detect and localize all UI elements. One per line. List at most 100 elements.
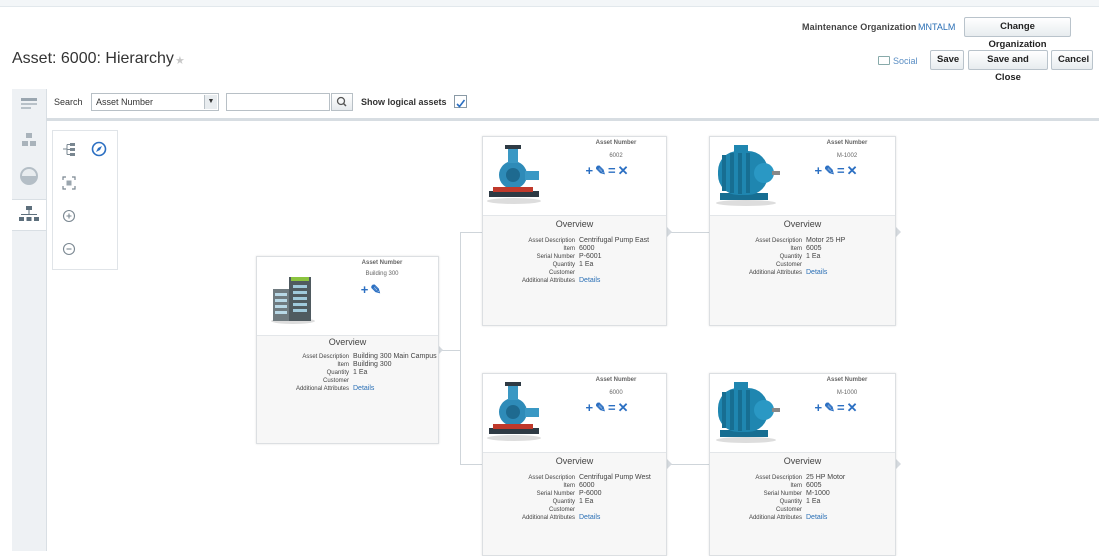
social-link[interactable]: Social xyxy=(878,56,918,66)
close-icon[interactable]: ✕ xyxy=(618,400,631,415)
motor-icon xyxy=(716,382,780,443)
save-button[interactable]: Save xyxy=(930,50,964,70)
expand-arrow-icon[interactable] xyxy=(667,459,672,469)
search-button[interactable] xyxy=(331,93,353,111)
equals-icon[interactable]: = xyxy=(837,400,847,415)
add-icon[interactable]: + xyxy=(586,400,596,415)
chevron-down-icon[interactable]: ▼ xyxy=(204,95,217,109)
pump-icon xyxy=(487,145,541,204)
add-icon[interactable]: + xyxy=(586,163,596,178)
fit-to-screen-button[interactable] xyxy=(59,174,79,194)
details-link[interactable]: Details xyxy=(579,277,600,285)
asset-node-6000[interactable]: Asset Number 6000 +✎=✕ Overview Asset De… xyxy=(482,373,667,556)
asset-node-building-300[interactable]: Asset Number Building 300 +✎ Overview As… xyxy=(256,256,439,444)
equals-icon[interactable]: = xyxy=(608,400,618,415)
expand-arrow-icon[interactable] xyxy=(896,227,901,237)
hierarchy-icon xyxy=(19,206,39,221)
asset-number-label: Asset Number xyxy=(595,140,637,146)
node-header: Asset Number M-1000 +✎=✕ xyxy=(710,374,895,453)
node-actions: +✎=✕ xyxy=(792,400,882,416)
search-field-select[interactable]: Asset Number ▼ xyxy=(91,93,219,111)
asset-node-m-1000[interactable]: Asset Number M-1000 +✎=✕ Overview Asset … xyxy=(709,373,896,556)
node-header: Asset Number Building 300 +✎ xyxy=(257,257,438,336)
asset-description-value: Centrifugal Pump East xyxy=(579,237,650,244)
asset-number-value: 6000 xyxy=(609,390,623,396)
details-link[interactable]: Details xyxy=(806,514,827,522)
equals-icon[interactable]: = xyxy=(837,163,847,178)
add-icon[interactable]: + xyxy=(815,400,825,415)
page-title: Asset: 6000: Hierarchy xyxy=(12,50,174,67)
node-actions: +✎=✕ xyxy=(792,163,882,179)
add-icon[interactable]: + xyxy=(815,163,825,178)
overview-title: Overview xyxy=(555,219,594,229)
structure-icon xyxy=(22,133,36,146)
quantity-value: 1 Ea xyxy=(579,498,594,505)
zoom-out-icon xyxy=(62,242,76,256)
top-banner xyxy=(0,0,1099,7)
rail-dashboard-view[interactable] xyxy=(17,165,41,187)
expand-arrow-icon[interactable] xyxy=(896,459,901,469)
search-input[interactable] xyxy=(226,93,330,111)
connector-line xyxy=(460,232,482,233)
rail-hierarchy-view[interactable] xyxy=(12,199,46,231)
save-and-close-button[interactable]: Save and Close xyxy=(968,50,1048,83)
quantity-value: 1 Ea xyxy=(806,253,821,260)
cancel-button[interactable]: Cancel xyxy=(1051,50,1093,70)
item-value: Building 300 xyxy=(353,361,392,368)
layout-button[interactable] xyxy=(59,140,79,160)
building-icon xyxy=(271,277,315,324)
close-icon[interactable]: ✕ xyxy=(847,400,860,415)
asset-description-value: Building 300 Main Campus xyxy=(353,353,437,360)
maintenance-org-value[interactable]: MNTALM xyxy=(918,22,955,32)
node-actions: +✎=✕ xyxy=(563,400,653,416)
motor-icon xyxy=(716,145,780,206)
asset-description-value: 25 HP Motor xyxy=(806,474,846,481)
equals-icon[interactable]: = xyxy=(608,163,618,178)
details-link[interactable]: Details xyxy=(806,269,827,277)
item-value: 6000 xyxy=(579,245,595,252)
add-icon[interactable]: + xyxy=(361,282,371,297)
overview-title: Overview xyxy=(783,219,822,229)
details-link[interactable]: Details xyxy=(579,514,600,522)
connector-line xyxy=(667,464,709,465)
asset-node-m-1002[interactable]: Asset Number M-1002 +✎=✕ Overview Asset … xyxy=(709,136,896,326)
asset-number-label: Asset Number xyxy=(361,260,403,266)
compass-button[interactable] xyxy=(89,139,109,159)
overview-title: Overview xyxy=(555,456,594,466)
node-details: Asset Description Centrifugal Pump West I… xyxy=(521,474,651,522)
expand-arrow-icon[interactable] xyxy=(667,227,672,237)
toolbar-separator xyxy=(46,118,1099,121)
maintenance-org-label: Maintenance Organization xyxy=(802,22,917,32)
edit-icon[interactable]: ✎ xyxy=(370,282,383,297)
edit-icon[interactable]: ✎ xyxy=(595,400,608,415)
rail-structure-view[interactable] xyxy=(17,131,41,153)
quantity-value: 1 Ea xyxy=(806,498,821,505)
overview-title: Overview xyxy=(328,337,367,347)
list-view-icon xyxy=(21,98,37,109)
social-icon xyxy=(878,56,890,65)
asset-description-value: Centrifugal Pump West xyxy=(579,474,651,481)
node-details: Asset Description Centrifugal Pump East I… xyxy=(521,237,650,285)
asset-number-value: M-1002 xyxy=(836,153,858,159)
show-logical-assets-checkbox[interactable] xyxy=(454,95,467,108)
rail-list-view[interactable] xyxy=(17,95,41,117)
compass-icon xyxy=(91,141,107,157)
favorite-star-icon[interactable]: ★ xyxy=(175,54,185,67)
node-actions: +✎=✕ xyxy=(563,163,653,179)
change-organization-button[interactable]: Change Organization xyxy=(964,17,1071,50)
close-icon[interactable]: ✕ xyxy=(847,163,860,178)
serial-number-value: P-6001 xyxy=(579,253,602,260)
asset-node-6002[interactable]: Asset Number 6002 +✎=✕ Overview Asset De… xyxy=(482,136,667,326)
asset-number-value: 6002 xyxy=(609,153,623,159)
asset-description-value: Motor 25 HP xyxy=(806,237,846,244)
details-link[interactable]: Details xyxy=(353,385,374,393)
node-header: Asset Number 6002 +✎=✕ xyxy=(483,137,666,216)
edit-icon[interactable]: ✎ xyxy=(824,163,837,178)
zoom-in-button[interactable] xyxy=(59,207,79,227)
asset-number-label: Asset Number xyxy=(595,377,637,383)
asset-number-label: Asset Number xyxy=(826,377,868,383)
zoom-out-button[interactable] xyxy=(59,240,79,260)
edit-icon[interactable]: ✎ xyxy=(595,163,608,178)
edit-icon[interactable]: ✎ xyxy=(824,400,837,415)
close-icon[interactable]: ✕ xyxy=(618,163,631,178)
